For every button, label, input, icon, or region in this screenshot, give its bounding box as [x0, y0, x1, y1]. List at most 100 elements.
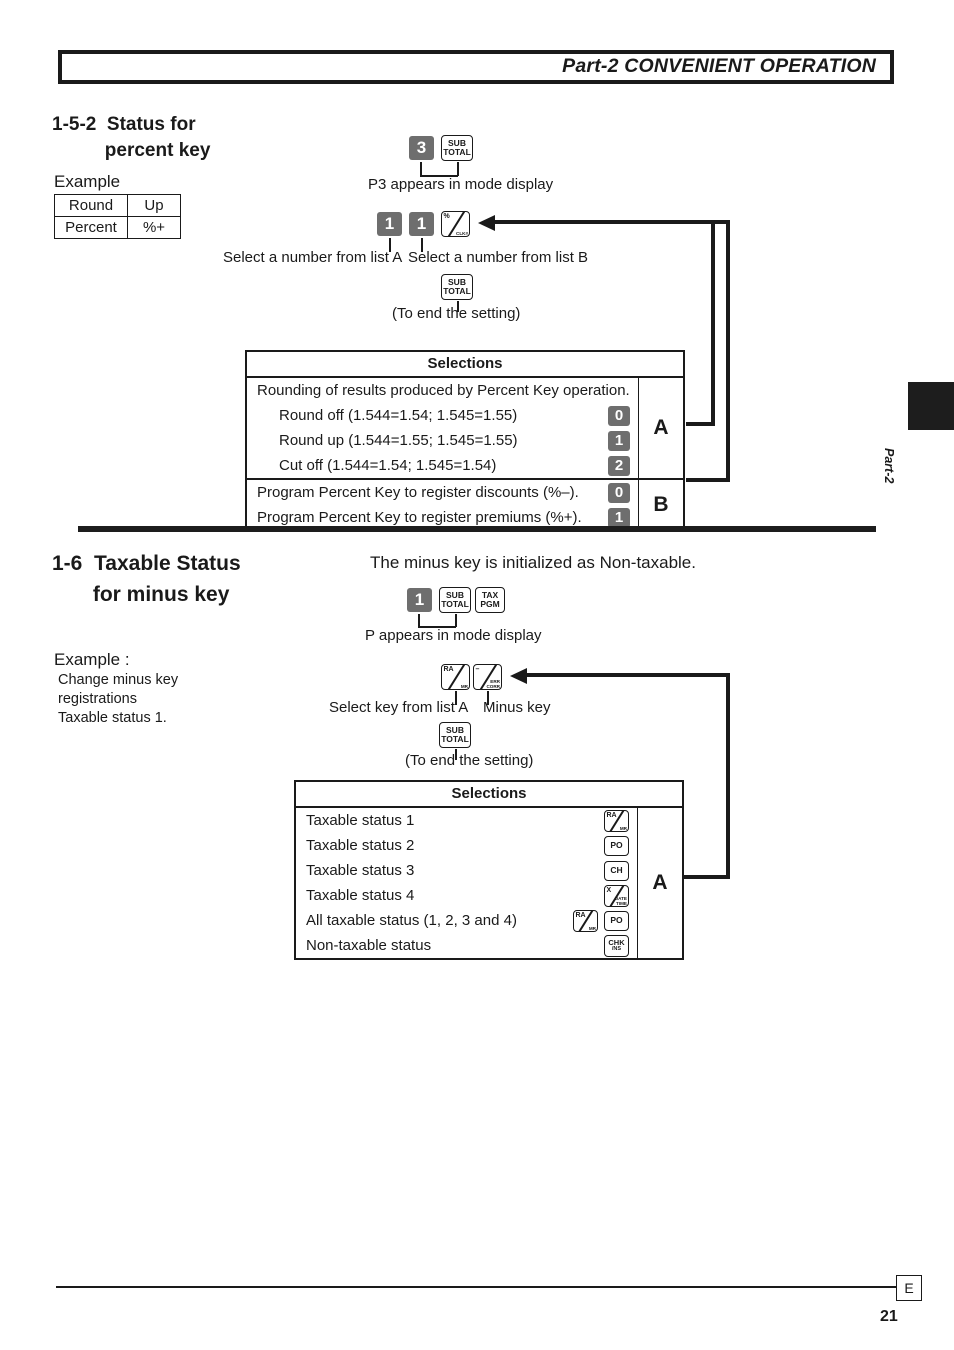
- part-edge-tab: [908, 382, 954, 430]
- example-detail-taxable: Change minus key registrations Taxable s…: [58, 672, 179, 726]
- table-row[interactable]: Taxable status 3 CH: [296, 858, 637, 883]
- feedback-arrow-head: [478, 215, 495, 231]
- selections-rows: Taxable status 1 RA MR Taxable status 2 …: [296, 808, 637, 958]
- key-ra-mr[interactable]: RA MR: [604, 809, 629, 832]
- example-cell-round-value: Up: [127, 194, 181, 217]
- section-heading-taxable: 1-6 Taxable Status for minus key: [52, 552, 241, 606]
- table-row[interactable]: Cut off (1.544=1.54; 1.545=1.54) 2: [247, 453, 638, 478]
- key-sub-total-end[interactable]: SUB TOTAL: [441, 274, 473, 300]
- example-cell-percent-value: %+: [127, 216, 181, 239]
- key-3[interactable]: 3: [409, 136, 434, 160]
- key-line-2: TOTAL: [441, 599, 469, 609]
- key-line-2: TOTAL: [443, 286, 471, 296]
- selections-tag-column: A: [637, 808, 682, 958]
- selections-tag-b: B: [653, 493, 669, 516]
- key-sub-total-end-taxable[interactable]: SUB TOTAL: [439, 722, 471, 748]
- connector-b-horizontal: [686, 478, 730, 482]
- key-1-taxable[interactable]: 1: [407, 588, 432, 612]
- key-label-top: %: [443, 213, 450, 220]
- key-line-2: PGM: [480, 599, 500, 609]
- table-row[interactable]: Taxable status 2 PO: [296, 833, 637, 858]
- table-row[interactable]: All taxable status (1, 2, 3 and 4) RA MR…: [296, 908, 637, 933]
- selections-header: Selections: [296, 782, 682, 808]
- example-table-percent: Round Up Percent %+: [54, 194, 181, 239]
- key-ra-mr[interactable]: RA MR: [573, 909, 598, 932]
- selections-rows: Rounding of results produced by Percent …: [247, 378, 638, 530]
- caption-select-key-list-a: Select key from list A: [329, 699, 469, 716]
- selections-body: Taxable status 1 RA MR Taxable status 2 …: [296, 808, 682, 958]
- selection-key-1[interactable]: 1: [608, 507, 630, 528]
- key-percent-clk[interactable]: % CLK#: [441, 211, 470, 237]
- caption-end-setting-percent: (To end the setting): [392, 305, 521, 322]
- key-label-bottom: MR: [619, 825, 627, 831]
- caption-select-list-b: Select a number from list B: [408, 249, 589, 266]
- key-line-2: TOTAL: [441, 734, 469, 744]
- key-1-list-b[interactable]: 1: [409, 212, 434, 236]
- key-minus-err-corr[interactable]: – ERR CORR: [473, 664, 502, 690]
- table-row[interactable]: Program Percent Key to register discount…: [247, 480, 638, 505]
- key-po[interactable]: PO: [604, 910, 629, 931]
- selection-text: Taxable status 1: [306, 812, 415, 829]
- connector-tick: [420, 162, 422, 176]
- key-tax-pgm[interactable]: TAX PGM: [475, 587, 505, 613]
- selection-text: Non-taxable status: [306, 937, 432, 954]
- selection-text: All taxable status (1, 2, 3 and 4): [306, 912, 517, 929]
- selection-text: Taxable status 2: [306, 837, 415, 854]
- footer-language-marker: E: [896, 1275, 922, 1301]
- table-row: Percent %+: [54, 216, 181, 239]
- selection-key-1[interactable]: 1: [608, 430, 630, 451]
- selection-text: Program Percent Key to register discount…: [257, 484, 579, 501]
- selection-key-wrap: CH: [604, 860, 629, 881]
- key-line-2: /NS: [611, 945, 622, 952]
- key-sub-total-taxable[interactable]: SUB TOTAL: [439, 587, 471, 613]
- feedback-arrow-shaft: [526, 673, 730, 677]
- intro-text-taxable: The minus key is initialized as Non-taxa…: [370, 553, 696, 572]
- key-label-top: RA: [606, 811, 617, 819]
- selection-text: Taxable status 4: [306, 887, 415, 904]
- selection-key-wrap: 0: [608, 405, 630, 426]
- key-label-bottom: MR: [588, 925, 596, 931]
- connector-a-vertical: [726, 673, 730, 879]
- key-label-bottom: CLK#: [456, 231, 468, 236]
- key-label-bottom: DATE TIME: [614, 895, 627, 906]
- selection-key-wrap: 1: [608, 507, 630, 528]
- section-divider-rule: [78, 526, 876, 532]
- key-line-1: PO: [610, 840, 623, 851]
- table-row[interactable]: Taxable status 4 X DATE TIME: [296, 883, 637, 908]
- table-row[interactable]: Taxable status 1 RA MR: [296, 808, 637, 833]
- selections-table-percent: Selections Rounding of results produced …: [245, 350, 685, 532]
- selection-key-wrap: RA MR PO: [573, 909, 629, 932]
- example-cell-round-name: Round: [54, 194, 128, 217]
- key-ra-mr[interactable]: RA MR: [441, 664, 470, 690]
- selection-key-wrap: RA MR: [604, 809, 629, 832]
- page-header-title: Part-2 CONVENIENT OPERATION: [562, 55, 876, 78]
- key-label-top: –: [475, 666, 480, 673]
- table-row[interactable]: Round up (1.544=1.55; 1.545=1.55) 1: [247, 428, 638, 453]
- table-row[interactable]: Round off (1.544=1.54; 1.545=1.55) 0: [247, 403, 638, 428]
- key-sub-total[interactable]: SUB TOTAL: [441, 135, 473, 161]
- key-label-top: X: [606, 886, 612, 894]
- key-label-bottom: MR: [460, 684, 468, 689]
- selection-key-0[interactable]: 0: [608, 482, 630, 503]
- key-label-top: RA: [443, 666, 454, 673]
- selection-key-2[interactable]: 2: [608, 455, 630, 476]
- selection-key-wrap: PO: [604, 835, 629, 856]
- key-line-2: TOTAL: [443, 147, 471, 157]
- key-po[interactable]: PO: [604, 835, 629, 856]
- table-row: Round Up: [54, 194, 181, 217]
- selection-text: Round off (1.544=1.54; 1.545=1.55): [279, 407, 518, 424]
- key-x-date-time[interactable]: X DATE TIME: [604, 884, 629, 907]
- key-line-1: PO: [610, 915, 623, 926]
- connector-b-vertical: [726, 220, 730, 482]
- table-row[interactable]: Non-taxable status CHK /NS: [296, 933, 637, 958]
- selection-key-0[interactable]: 0: [608, 405, 630, 426]
- selections-tag-column: A B: [638, 378, 683, 530]
- key-line-1: CH: [610, 865, 623, 876]
- key-1-list-a[interactable]: 1: [377, 212, 402, 236]
- selection-key-wrap: X DATE TIME: [604, 884, 629, 907]
- selection-text: Cut off (1.544=1.54; 1.545=1.54): [279, 457, 497, 474]
- connector-a-horizontal: [682, 875, 730, 879]
- key-chk-ns[interactable]: CHK /NS: [604, 934, 629, 957]
- key-ch[interactable]: CH: [604, 860, 629, 881]
- selections-group-b: Program Percent Key to register discount…: [247, 478, 638, 530]
